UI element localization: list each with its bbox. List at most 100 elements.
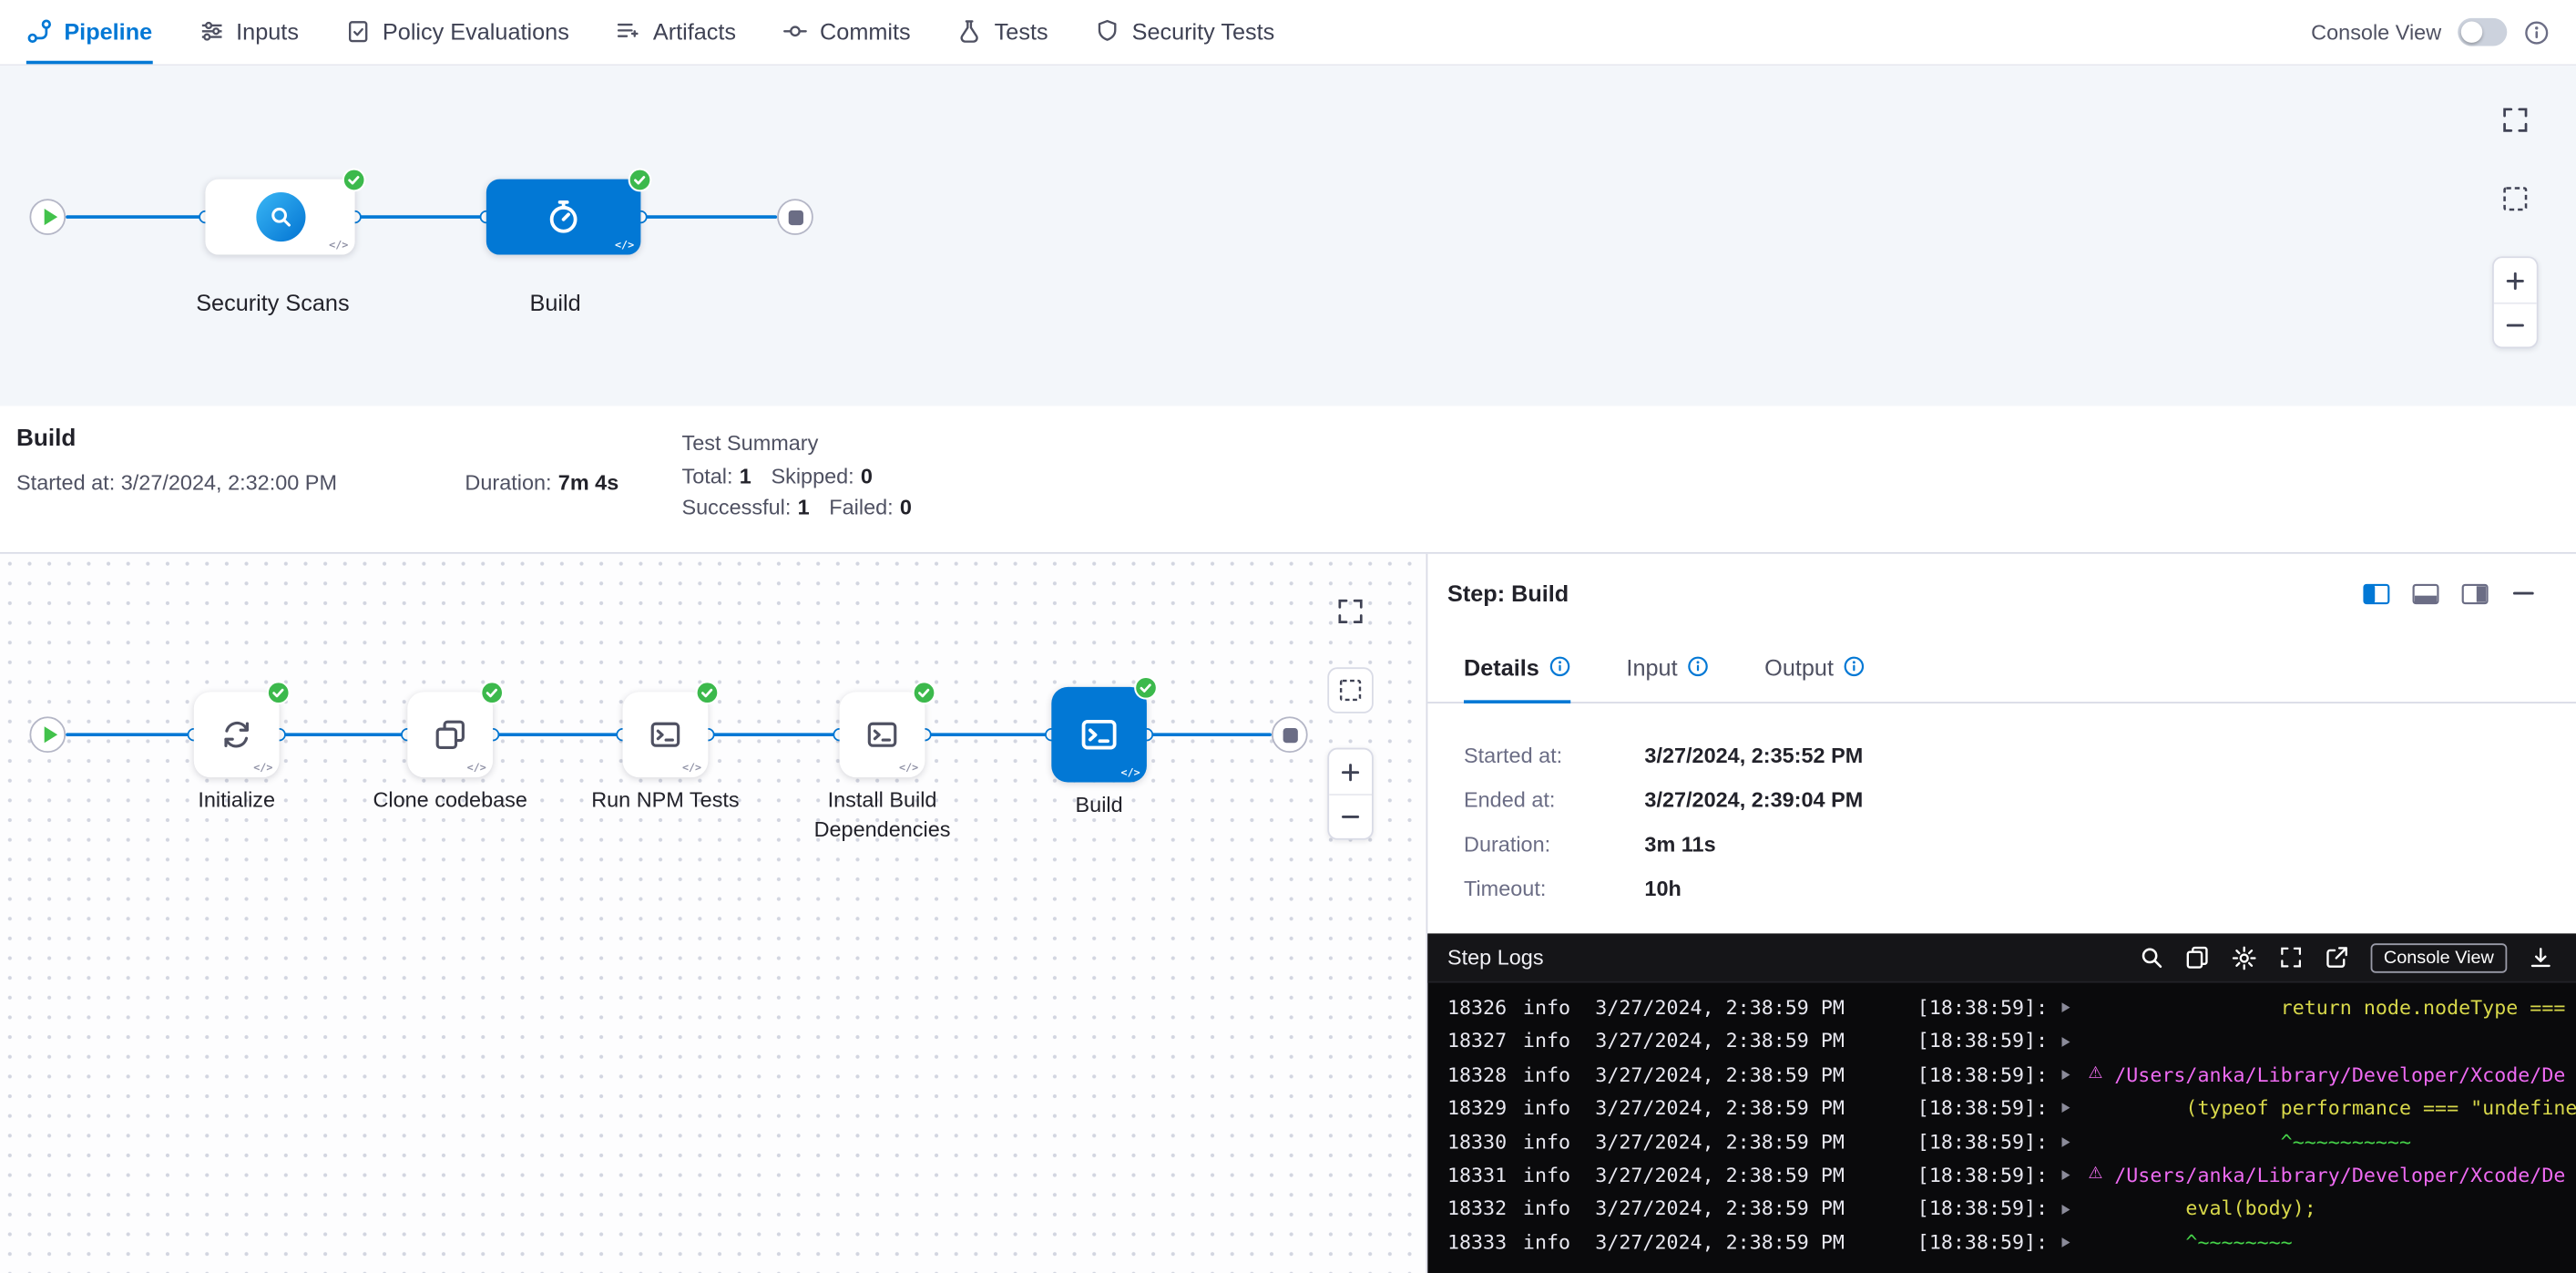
pipeline-start-node[interactable] — [29, 199, 66, 235]
copy-icon[interactable] — [2185, 945, 2210, 970]
log-line[interactable]: 18330info3/27/2024, 2:38:59 PM[18:38:59]… — [1447, 1125, 2576, 1159]
gear-icon[interactable] — [2231, 944, 2257, 970]
expand-arrow-icon[interactable] — [2062, 1058, 2089, 1092]
step-label-clone-codebase[interactable]: Clone codebase — [343, 785, 557, 815]
info-icon[interactable] — [1844, 656, 1865, 677]
log-line[interactable]: 18333info3/27/2024, 2:38:59 PM[18:38:59]… — [1447, 1226, 2576, 1259]
info-icon[interactable] — [1549, 656, 1570, 677]
tab-details[interactable]: Details — [1464, 632, 1570, 703]
zoom-in-button[interactable] — [2494, 258, 2537, 303]
log-line-number: 18331 — [1447, 1159, 1523, 1193]
marquee-select-button[interactable] — [2500, 184, 2530, 213]
stage-start-node[interactable] — [29, 716, 66, 753]
expand-arrow-icon[interactable] — [2062, 1159, 2089, 1193]
tab-security-tests[interactable]: Security Tests — [1094, 0, 1274, 64]
pipeline-end-node[interactable] — [777, 199, 813, 235]
log-line[interactable]: 18331info3/27/2024, 2:38:59 PM[18:38:59]… — [1447, 1159, 2576, 1193]
expand-arrow-icon[interactable] — [2062, 1092, 2089, 1125]
failed-label: Failed: — [829, 495, 893, 519]
tab-commits[interactable]: Commits — [782, 0, 911, 64]
step-logs-header: Step Logs Console View — [1427, 933, 2576, 982]
expand-arrow-icon[interactable] — [2062, 1192, 2089, 1226]
console-view-toggle[interactable] — [2458, 18, 2507, 46]
play-icon — [44, 209, 56, 225]
zoom-out-button[interactable] — [2494, 303, 2537, 347]
warning-icon — [2088, 1226, 2114, 1259]
tab-inputs[interactable]: Inputs — [199, 0, 299, 64]
download-icon[interactable] — [2529, 945, 2553, 970]
stage-end-node[interactable] — [1272, 716, 1308, 753]
pipeline-icon — [26, 17, 53, 44]
terminal-icon — [865, 718, 898, 751]
fullscreen-button[interactable] — [2500, 105, 2530, 134]
zoom-out-button[interactable] — [1329, 794, 1372, 838]
expand-arrow-icon[interactable] — [2062, 1226, 2089, 1259]
log-date: 3/27/2024, 2:38:59 PM — [1595, 1092, 1917, 1125]
step-label-install-build-dependencies[interactable]: Install Build Dependencies — [775, 785, 988, 845]
tab-policy-evaluations[interactable]: Policy Evaluations — [344, 0, 568, 64]
commits-icon — [782, 17, 809, 44]
log-timestamp: [18:38:59]: — [1917, 1192, 2062, 1226]
console-view-button[interactable]: Console View — [2370, 942, 2507, 971]
tab-pipeline[interactable]: Pipeline — [26, 0, 152, 64]
layout-split-bottom-button[interactable] — [2412, 582, 2440, 603]
stage-graph-canvas[interactable]: </> </> Security Scans Build — [0, 66, 2576, 406]
log-level: info — [1523, 1226, 1595, 1259]
info-icon[interactable] — [2523, 19, 2550, 46]
log-timestamp: [18:38:59]: — [1917, 1159, 2062, 1193]
tab-input[interactable]: Input — [1626, 632, 1708, 703]
log-line[interactable]: 18332info3/27/2024, 2:38:59 PM[18:38:59]… — [1447, 1192, 2576, 1226]
log-line[interactable]: 18327info3/27/2024, 2:38:59 PM[18:38:59]… — [1447, 1024, 2576, 1058]
log-date: 3/27/2024, 2:38:59 PM — [1595, 1159, 1917, 1193]
tab-tests[interactable]: Tests — [956, 0, 1048, 64]
stage-label-security-scans[interactable]: Security Scans — [158, 289, 388, 315]
tab-output[interactable]: Output — [1764, 632, 1865, 703]
step-node-install-build-dependencies[interactable]: </> — [840, 692, 925, 777]
stage-node-build[interactable]: </> — [486, 180, 641, 255]
external-link-icon[interactable] — [2325, 945, 2349, 970]
search-icon[interactable] — [2139, 945, 2163, 970]
log-line[interactable]: 18326info3/27/2024, 2:38:59 PM[18:38:59]… — [1447, 991, 2576, 1025]
zoom-controls — [2492, 256, 2539, 348]
step-graph-canvas[interactable]: </> </> </> </> </> — [0, 554, 1426, 1273]
expand-arrow-icon[interactable] — [2062, 1024, 2089, 1058]
success-check-icon — [912, 681, 936, 705]
step-node-initialize[interactable]: </> — [194, 692, 280, 777]
info-icon[interactable] — [1687, 656, 1708, 677]
log-line[interactable]: 18329info3/27/2024, 2:38:59 PM[18:38:59]… — [1447, 1092, 2576, 1125]
step-label-initialize[interactable]: Initialize — [129, 785, 342, 815]
layout-split-left-button[interactable] — [2363, 582, 2391, 603]
step-node-clone-codebase[interactable]: </> — [407, 692, 493, 777]
expand-arrow-icon[interactable] — [2062, 991, 2089, 1025]
fullscreen-icon[interactable] — [2278, 945, 2303, 970]
successful-label: Successful: — [681, 495, 791, 519]
connector-edge — [925, 733, 1051, 736]
warning-icon: ⚠ — [2088, 1058, 2114, 1092]
stop-icon — [1283, 727, 1297, 742]
log-line[interactable]: 18328info3/27/2024, 2:38:59 PM[18:38:59]… — [1447, 1058, 2576, 1092]
detail-label: Started at: — [1464, 743, 1644, 767]
duration-label: Duration: — [465, 470, 551, 495]
step-label-run-npm-tests[interactable]: Run NPM Tests — [558, 785, 772, 815]
step-details-panel: Step: Build Details Input — [1426, 554, 2576, 1273]
zoom-in-button[interactable] — [1329, 749, 1372, 794]
connector-edge — [1147, 733, 1272, 736]
layout-split-right-button[interactable] — [2461, 582, 2489, 603]
fullscreen-button[interactable] — [1335, 597, 1365, 626]
expand-arrow-icon[interactable] — [2062, 1125, 2089, 1159]
step-label-build[interactable]: Build — [992, 791, 1205, 820]
log-lines: 18326info3/27/2024, 2:38:59 PM[18:38:59]… — [1427, 983, 2576, 1273]
stage-node-security-scans[interactable]: </> — [205, 180, 354, 255]
log-line-number: 18328 — [1447, 1058, 1523, 1092]
stage-label-build[interactable]: Build — [440, 289, 670, 315]
marquee-select-button[interactable] — [1327, 667, 1374, 713]
step-node-run-npm-tests[interactable]: </> — [623, 692, 709, 777]
minimize-panel-button[interactable] — [2510, 580, 2537, 607]
step-node-build[interactable]: </> — [1051, 687, 1147, 783]
zoom-controls — [1327, 748, 1374, 840]
log-date: 3/27/2024, 2:38:59 PM — [1595, 1125, 1917, 1159]
tab-artifacts[interactable]: Artifacts — [615, 0, 736, 64]
step-details-table: Started at:3/27/2024, 2:35:52 PM Ended a… — [1427, 703, 2576, 934]
log-content: /Users/anka/Library/Developer/Xcode/De — [2114, 1058, 2576, 1092]
connector-edge — [355, 215, 486, 219]
